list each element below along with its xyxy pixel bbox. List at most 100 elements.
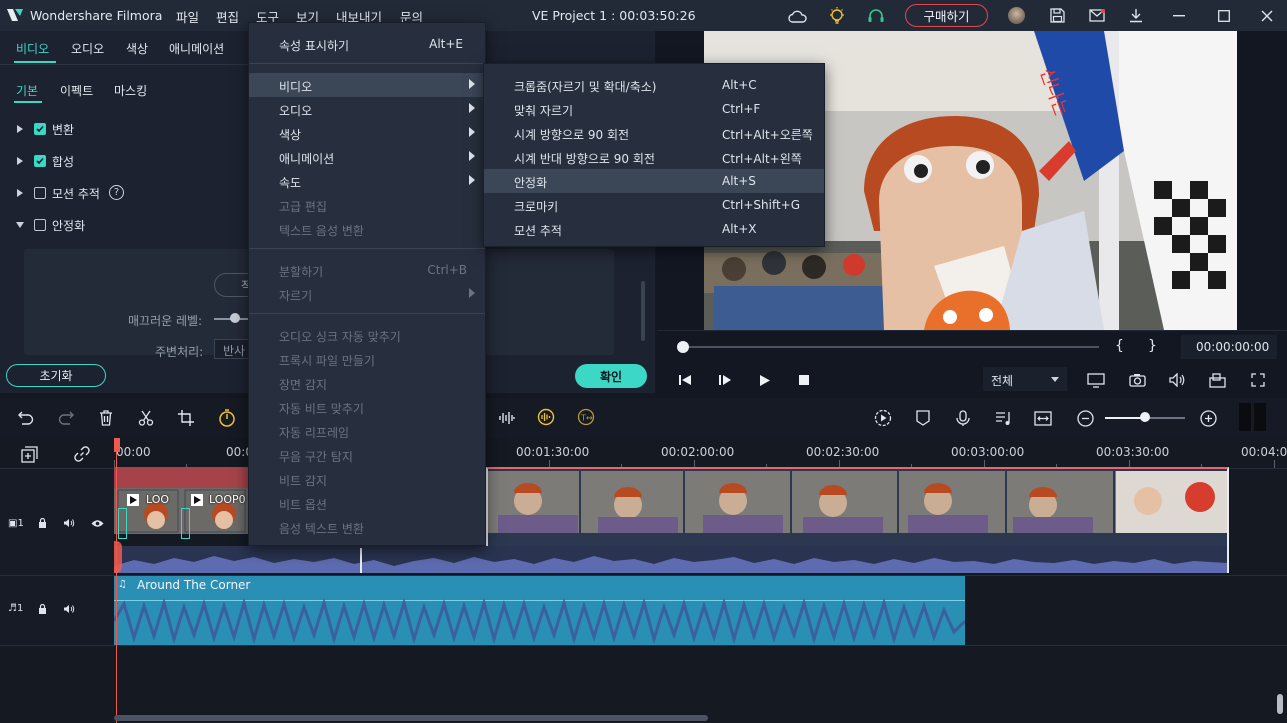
menu-file[interactable]: 파일 <box>176 7 199 26</box>
buy-button[interactable]: 구매하기 <box>905 4 988 27</box>
timeline-horizontal-scrollbar[interactable] <box>114 715 708 721</box>
menu-item-animation[interactable]: 애니메이션 <box>249 145 485 169</box>
undo-icon[interactable] <box>16 408 36 428</box>
crop-icon[interactable] <box>176 408 196 428</box>
close-icon[interactable] <box>1257 6 1277 25</box>
redo-icon[interactable] <box>56 408 76 428</box>
menu-item-speed[interactable]: 속도 <box>249 169 485 193</box>
render-preview-icon[interactable] <box>872 407 894 429</box>
menu-item-video[interactable]: 비디오 <box>249 73 485 97</box>
save-icon[interactable] <box>1047 6 1067 25</box>
expand-composite-icon[interactable] <box>17 157 23 165</box>
menu-item-auto-beat[interactable]: 자동 비트 맞추기 <box>249 395 485 419</box>
voiceover-list-icon[interactable] <box>992 407 1014 429</box>
transform-checkbox[interactable] <box>34 123 46 135</box>
microphone-icon[interactable] <box>952 407 974 429</box>
track-volume-icon[interactable] <box>62 603 76 615</box>
speech-to-text-icon[interactable]: T↔ <box>575 406 597 428</box>
expand-transform-icon[interactable] <box>17 125 23 133</box>
play-icon[interactable] <box>756 371 774 389</box>
submenu-item-motion-tracking[interactable]: 모션 추적 Alt+X <box>484 217 824 241</box>
layout-toggle-left[interactable] <box>1239 403 1251 431</box>
motion-tracking-checkbox[interactable] <box>34 187 46 199</box>
reset-button[interactable]: 초기화 <box>6 364 106 387</box>
menu-item-text-to-speech[interactable]: 텍스트 음성 변환 <box>249 217 485 241</box>
menu-edit[interactable]: 편집 <box>216 7 239 26</box>
ok-button[interactable]: 확인 <box>575 364 647 388</box>
tab-color[interactable]: 색상 <box>126 40 148 57</box>
zoom-in-icon[interactable] <box>1197 407 1219 429</box>
delete-icon[interactable] <box>96 408 116 428</box>
submenu-item-rotate-cw[interactable]: 시계 방향으로 90 회전 Ctrl+Alt+오른쪽 <box>484 121 824 145</box>
menu-item-auto-reframe[interactable]: 자동 리프레임 <box>249 419 485 443</box>
speed-timer-icon[interactable] <box>216 407 238 429</box>
tab-animation[interactable]: 애니메이션 <box>169 40 224 57</box>
submenu-item-stabilize[interactable]: 안정화 Alt+S <box>484 169 824 193</box>
zoom-out-icon[interactable] <box>1074 407 1096 429</box>
volume-icon[interactable] <box>1166 370 1188 390</box>
download-icon[interactable] <box>1126 6 1146 25</box>
submenu-item-crop-zoom[interactable]: 크롭줌(자르기 및 확대/축소) Alt+C <box>484 73 824 97</box>
menu-item-split[interactable]: 분할하기 Ctrl+B <box>249 258 485 282</box>
link-icon[interactable] <box>72 445 92 463</box>
audio-waveform-icon[interactable] <box>496 407 518 429</box>
submenu-item-chroma-key[interactable]: 크로마키 Ctrl+Shift+G <box>484 193 824 217</box>
play-frame-icon[interactable] <box>716 371 734 389</box>
menu-item-advanced-edit[interactable]: 고급 편집 <box>249 193 485 217</box>
headset-icon[interactable] <box>866 6 886 25</box>
preview-progress-track[interactable] <box>679 346 1099 348</box>
menu-item-beat-options[interactable]: 비트 옵션 <box>249 491 485 515</box>
stabilize-checkbox[interactable] <box>34 219 46 231</box>
timeline-zoom-thumb[interactable] <box>1140 412 1150 422</box>
submenu-item-fit-crop[interactable]: 맞춰 자르기 Ctrl+F <box>484 97 824 121</box>
eye-icon[interactable] <box>90 517 104 529</box>
avatar[interactable] <box>1008 7 1025 24</box>
timeline-vertical-scrollbar[interactable] <box>1277 694 1283 714</box>
menu-item-trim[interactable]: 자르기 <box>249 282 485 306</box>
pip-icon[interactable] <box>1206 370 1228 390</box>
beat-detection-icon[interactable] <box>535 406 557 428</box>
maximize-icon[interactable] <box>1214 6 1234 25</box>
menu-item-proxy[interactable]: 프록시 파일 만들기 <box>249 347 485 371</box>
subtab-masking[interactable]: 마스킹 <box>114 82 147 99</box>
zoom-select[interactable]: 전체 <box>983 367 1067 391</box>
clip-transition-marker[interactable] <box>181 508 190 539</box>
lightbulb-icon[interactable] <box>827 6 847 25</box>
menu-item-beat-detect[interactable]: 비트 감지 <box>249 467 485 491</box>
subtab-effect[interactable]: 이펙트 <box>60 82 93 99</box>
preview-playhead-thumb[interactable] <box>677 341 689 353</box>
composite-checkbox[interactable] <box>34 155 46 167</box>
mail-icon[interactable] <box>1087 6 1107 25</box>
scissors-icon[interactable] <box>136 408 156 428</box>
minimize-icon[interactable] <box>1169 6 1189 25</box>
subtab-basic[interactable]: 기본 <box>16 82 38 99</box>
menu-item-show-properties[interactable]: 속성 표시하기 Alt+E <box>249 32 485 56</box>
menu-item-silence-detect[interactable]: 무음 구간 탐지 <box>249 443 485 467</box>
help-icon[interactable]: ? <box>109 185 124 200</box>
menu-item-auto-sync[interactable]: 오디오 싱크 자동 맞추기 <box>249 323 485 347</box>
display-monitor-icon[interactable] <box>1085 370 1107 390</box>
menu-item-scene-detect[interactable]: 장면 감지 <box>249 371 485 395</box>
marker-icon[interactable] <box>912 407 934 429</box>
mark-out-button[interactable]: } <box>1148 338 1157 354</box>
playhead-handle[interactable] <box>114 438 120 452</box>
menu-item-speech-to-text[interactable]: 음성 텍스트 변환 <box>249 515 485 539</box>
track-volume-icon[interactable] <box>62 517 76 529</box>
tab-audio[interactable]: 오디오 <box>71 40 104 57</box>
mark-in-button[interactable]: { <box>1115 338 1124 354</box>
lock-icon[interactable] <box>36 517 48 529</box>
cloud-icon[interactable] <box>786 7 808 24</box>
add-track-icon[interactable] <box>19 445 39 463</box>
menu-item-color[interactable]: 색상 <box>249 121 485 145</box>
audio-clip[interactable]: ♫ Around The Corner <box>114 576 965 645</box>
menu-item-audio[interactable]: 오디오 <box>249 97 485 121</box>
panel-scrollbar[interactable] <box>641 281 645 341</box>
layout-toggle-right[interactable] <box>1254 403 1266 431</box>
expand-motion-icon[interactable] <box>17 189 23 197</box>
fit-timeline-icon[interactable] <box>1032 407 1054 429</box>
previous-frame-icon[interactable] <box>676 371 694 389</box>
fullscreen-icon[interactable] <box>1247 370 1269 390</box>
tab-video[interactable]: 비디오 <box>16 40 49 57</box>
lock-icon[interactable] <box>36 603 48 615</box>
camera-snapshot-icon[interactable] <box>1126 370 1148 390</box>
